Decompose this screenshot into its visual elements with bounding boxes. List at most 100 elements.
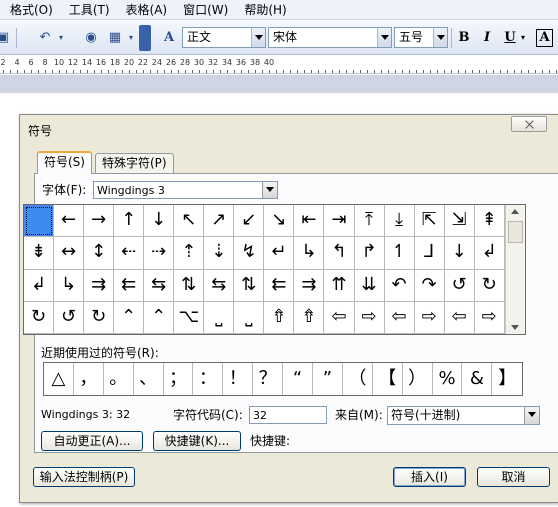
symbol-cell[interactable]: ⇲ bbox=[444, 205, 475, 238]
symbol-cell[interactable]: ↑ bbox=[114, 205, 145, 238]
symbol-cell[interactable]: ⇡ bbox=[174, 237, 205, 270]
shortcut-key-button[interactable]: 快捷键(K)... bbox=[153, 431, 241, 451]
symbol-cell[interactable]: ⅃ bbox=[414, 237, 445, 270]
recent-symbol-cell[interactable]: % bbox=[433, 363, 463, 395]
symbol-cell[interactable]: ⇇ bbox=[114, 269, 145, 302]
symbol-cell[interactable]: ⇉ bbox=[84, 269, 115, 302]
styles-pane-icon[interactable]: A bbox=[160, 29, 178, 47]
recent-symbol-cell[interactable]: ！ bbox=[223, 363, 254, 395]
hyperlink-icon[interactable]: ◉ bbox=[82, 29, 100, 47]
symbol-cell[interactable]: ↓ bbox=[144, 205, 175, 238]
symbol-cell[interactable]: ⌃ bbox=[144, 301, 175, 334]
recent-symbol-cell[interactable]: ） bbox=[403, 363, 433, 395]
recent-symbol-cell[interactable]: 。 bbox=[104, 363, 134, 395]
symbol-cell[interactable]: ⇅ bbox=[174, 269, 205, 302]
symbol-cell[interactable]: ⇨ bbox=[354, 301, 385, 334]
menu-tools[interactable]: 工具(T) bbox=[59, 0, 110, 20]
recent-symbol-cell[interactable]: 【 bbox=[373, 363, 403, 395]
scroll-down-icon[interactable] bbox=[511, 325, 519, 330]
from-select[interactable]: 符号(十进制) bbox=[387, 406, 540, 425]
chevron-down-icon[interactable] bbox=[524, 407, 539, 424]
tab-special-characters[interactable]: 特殊字符(P) bbox=[95, 153, 174, 174]
symbol-cell[interactable]: ↿ bbox=[384, 237, 415, 270]
recent-symbol-cell[interactable]: ？ bbox=[253, 363, 284, 395]
symbol-cell[interactable]: ↔ bbox=[54, 237, 85, 270]
undo-dropdown-icon[interactable]: ▾ bbox=[56, 29, 66, 47]
underline-dropdown-icon[interactable]: ▾ bbox=[519, 29, 527, 47]
symbol-cell[interactable]: ⎵ bbox=[234, 301, 265, 334]
cancel-button[interactable]: 取消 bbox=[477, 467, 550, 487]
underline-button[interactable]: U bbox=[501, 29, 519, 47]
autocorrect-button[interactable]: 自动更正(A)... bbox=[41, 431, 143, 451]
chevron-down-icon[interactable] bbox=[433, 28, 447, 47]
symbol-cell[interactable]: ⇦ bbox=[444, 301, 475, 334]
tab-symbols[interactable]: 符号(S) bbox=[37, 151, 92, 174]
symbol-cell[interactable]: ↺ bbox=[54, 301, 85, 334]
symbol-cell[interactable]: ← bbox=[54, 205, 85, 238]
symbol-cell[interactable]: ⤓ bbox=[384, 205, 415, 238]
font-size-combo[interactable]: 五号 bbox=[394, 27, 448, 48]
scroll-up-icon[interactable] bbox=[511, 209, 519, 214]
close-button[interactable] bbox=[511, 116, 547, 132]
symbol-cell[interactable]: ⇨ bbox=[414, 301, 445, 334]
symbol-cell-selected[interactable] bbox=[24, 205, 55, 238]
table-icon[interactable]: ▦ bbox=[106, 29, 124, 47]
recent-symbol-cell[interactable]: ” bbox=[313, 363, 343, 395]
font-combo[interactable]: 宋体 bbox=[268, 27, 392, 48]
toolbar-options-icon[interactable] bbox=[139, 25, 151, 51]
symbol-cell[interactable]: ↺ bbox=[444, 269, 475, 302]
chevron-down-icon[interactable] bbox=[251, 28, 265, 47]
symbol-cell[interactable]: ⇞ bbox=[474, 205, 505, 238]
symbol-cell[interactable]: ↻ bbox=[24, 301, 55, 334]
symbol-cell[interactable]: ↘ bbox=[264, 205, 295, 238]
symbol-cell[interactable]: ⌥ bbox=[174, 301, 205, 334]
symbol-cell[interactable]: ⇇ bbox=[264, 269, 295, 302]
insert-button[interactable]: 插入(I) bbox=[393, 467, 466, 487]
paste-icon[interactable]: ▣ bbox=[0, 29, 12, 47]
symbol-cell[interactable]: ⇨ bbox=[474, 301, 505, 334]
chevron-down-icon[interactable] bbox=[377, 28, 391, 47]
table-dropdown-icon[interactable]: ▾ bbox=[126, 29, 136, 47]
symbol-cell[interactable]: ⇊ bbox=[354, 269, 385, 302]
symbol-cell[interactable]: ↕ bbox=[84, 237, 115, 270]
recent-symbol-cell[interactable]: （ bbox=[343, 363, 373, 395]
italic-button[interactable]: I bbox=[478, 29, 496, 47]
recent-symbol-cell[interactable]: & bbox=[462, 363, 493, 395]
symbol-cell[interactable]: ⎵ bbox=[204, 301, 235, 334]
menu-format[interactable]: 格式(O) bbox=[0, 0, 53, 20]
symbol-cell[interactable]: ↷ bbox=[414, 269, 445, 302]
symbol-cell[interactable]: ⇱ bbox=[414, 205, 445, 238]
symbol-cell[interactable]: ↰ bbox=[324, 237, 355, 270]
menu-table[interactable]: 表格(A) bbox=[116, 0, 168, 20]
symbol-cell[interactable]: ⇣ bbox=[204, 237, 235, 270]
symbol-cell[interactable]: ⇆ bbox=[144, 269, 175, 302]
recent-symbol-cell[interactable]: ， bbox=[74, 363, 104, 395]
symbol-cell[interactable]: ⇅ bbox=[234, 269, 265, 302]
symbol-cell[interactable]: ⇦ bbox=[324, 301, 355, 334]
symbol-cell[interactable]: ↳ bbox=[294, 237, 325, 270]
undo-icon[interactable]: ↶ bbox=[36, 29, 54, 47]
bold-button[interactable]: B bbox=[455, 29, 473, 47]
recent-symbol-cell[interactable]: △ bbox=[44, 363, 74, 395]
symbol-cell[interactable]: ⇈ bbox=[324, 269, 355, 302]
symbol-cell[interactable]: ↓ bbox=[444, 237, 475, 270]
symbol-cell[interactable]: ↗ bbox=[204, 205, 235, 238]
scrollbar-thumb[interactable] bbox=[508, 221, 523, 243]
symbol-cell[interactable]: ↙ bbox=[234, 205, 265, 238]
symbol-cell[interactable]: ⤒ bbox=[354, 205, 385, 238]
symbol-cell[interactable]: ↯ bbox=[234, 237, 265, 270]
character-code-input[interactable]: 32 bbox=[249, 406, 327, 424]
recent-symbol-cell[interactable]: 】 bbox=[492, 363, 522, 395]
symbol-cell[interactable]: ↳ bbox=[54, 269, 85, 302]
symbol-cell[interactable]: ↖ bbox=[174, 205, 205, 238]
symbol-cell[interactable]: ↻ bbox=[84, 301, 115, 334]
recent-symbol-cell[interactable]: ： bbox=[193, 363, 224, 395]
symbol-cell[interactable]: ⇉ bbox=[294, 269, 325, 302]
symbol-cell[interactable]: ↱ bbox=[354, 237, 385, 270]
symbol-cell[interactable]: ⇮ bbox=[264, 301, 295, 334]
symbol-cell[interactable]: ⇮ bbox=[294, 301, 325, 334]
recent-symbol-cell[interactable]: “ bbox=[283, 363, 314, 395]
symbol-cell[interactable]: ↲ bbox=[474, 237, 505, 270]
symbol-cell[interactable]: ⇆ bbox=[204, 269, 235, 302]
symbol-cell[interactable]: ↶ bbox=[384, 269, 415, 302]
